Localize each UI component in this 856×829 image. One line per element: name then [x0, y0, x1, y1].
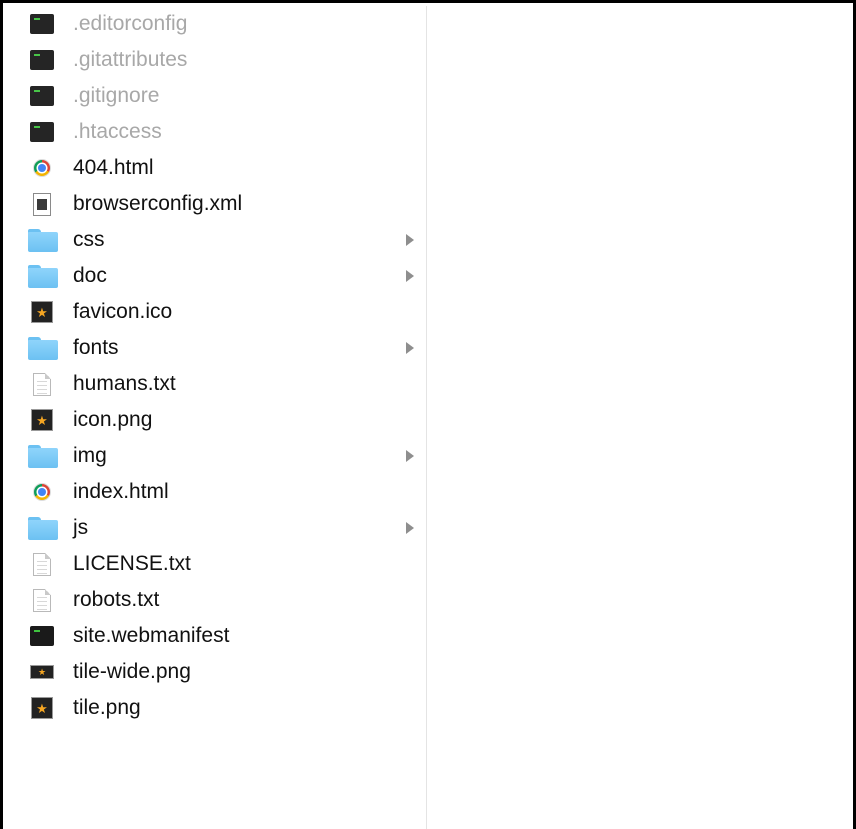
column-divider[interactable] [426, 6, 427, 829]
file-row[interactable]: LICENSE.txt [6, 546, 426, 582]
file-row[interactable]: index.html [6, 474, 426, 510]
chrome-icon [28, 479, 56, 505]
file-name: doc [73, 264, 107, 287]
file-name: LICENSE.txt [73, 552, 191, 575]
image-icon: ★ [28, 407, 56, 433]
file-row[interactable]: ★ tile-wide.png [6, 654, 426, 690]
folder-row[interactable]: img [6, 438, 426, 474]
file-name: .htaccess [73, 120, 162, 143]
file-name: fonts [73, 336, 119, 359]
file-row[interactable]: ★ tile.png [6, 690, 426, 726]
folder-row[interactable]: css [6, 222, 426, 258]
terminal-icon [28, 11, 56, 37]
text-document-icon [28, 587, 56, 613]
file-name: humans.txt [73, 372, 176, 395]
folder-icon [28, 335, 58, 361]
image-icon: ★ [28, 695, 56, 721]
file-name: index.html [73, 480, 169, 503]
image-icon: ★ [28, 299, 56, 325]
file-name: site.webmanifest [73, 624, 230, 647]
file-name: tile-wide.png [73, 660, 191, 683]
folder-icon [28, 263, 58, 289]
disclosure-arrow-icon[interactable] [406, 342, 414, 354]
text-document-icon [28, 551, 56, 577]
file-row[interactable]: .editorconfig [6, 6, 426, 42]
terminal-icon [28, 47, 56, 73]
file-name: .gitattributes [73, 48, 188, 71]
file-name: icon.png [73, 408, 153, 431]
file-name: browserconfig.xml [73, 192, 243, 215]
file-row[interactable]: ★ icon.png [6, 402, 426, 438]
file-name: .gitignore [73, 84, 160, 107]
terminal-icon [28, 83, 56, 109]
file-row[interactable]: browserconfig.xml [6, 186, 426, 222]
file-row[interactable]: 404.html [6, 150, 426, 186]
folder-icon [28, 515, 58, 541]
file-name: robots.txt [73, 588, 160, 611]
file-name: .editorconfig [73, 12, 188, 35]
file-name: css [73, 228, 105, 251]
file-list: .editorconfig .gitattributes .gitignore .ht… [6, 6, 426, 726]
folder-row[interactable]: doc [6, 258, 426, 294]
folder-row[interactable]: js [6, 510, 426, 546]
file-row[interactable]: .htaccess [6, 114, 426, 150]
image-icon: ★ [28, 659, 56, 685]
disclosure-arrow-icon[interactable] [406, 234, 414, 246]
file-name: tile.png [73, 696, 141, 719]
file-name: js [73, 516, 89, 539]
chrome-icon [28, 155, 56, 181]
file-name: favicon.ico [73, 300, 173, 323]
file-name: img [73, 444, 107, 467]
file-row[interactable]: humans.txt [6, 366, 426, 402]
folder-icon [28, 227, 58, 253]
terminal-icon [28, 119, 56, 145]
folder-row[interactable]: fonts [6, 330, 426, 366]
file-row[interactable]: robots.txt [6, 582, 426, 618]
file-row[interactable]: .gitignore [6, 78, 426, 114]
terminal-icon [28, 623, 56, 649]
file-row[interactable]: site.webmanifest [6, 618, 426, 654]
disclosure-arrow-icon[interactable] [406, 450, 414, 462]
file-row[interactable]: .gitattributes [6, 42, 426, 78]
xml-document-icon [28, 191, 56, 217]
folder-icon [28, 443, 58, 469]
finder-window: .editorconfig .gitattributes .gitignore .ht… [0, 0, 856, 829]
file-name: 404.html [73, 156, 154, 179]
disclosure-arrow-icon[interactable] [406, 270, 414, 282]
file-row[interactable]: ★ favicon.ico [6, 294, 426, 330]
text-document-icon [28, 371, 56, 397]
disclosure-arrow-icon[interactable] [406, 522, 414, 534]
